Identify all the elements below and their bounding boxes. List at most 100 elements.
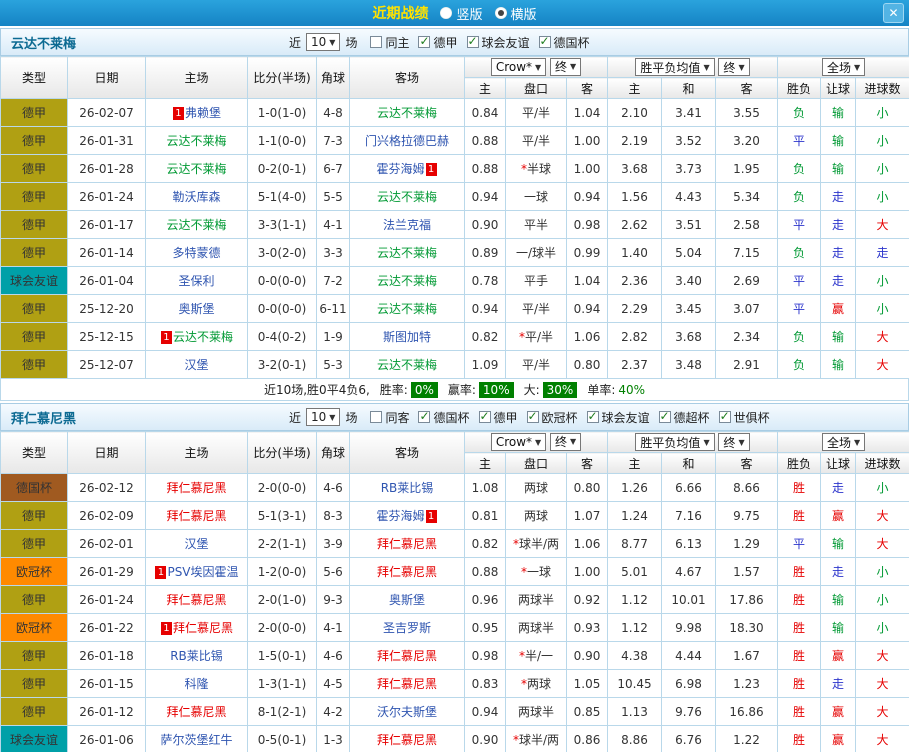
subject-team-link[interactable]: 云达不莱梅 <box>377 246 437 260</box>
filter-checkbox-世俱杯[interactable]: 世俱杯 <box>718 409 770 426</box>
score-link[interactable]: 3-0(2-0) <box>247 238 317 267</box>
score-link[interactable]: 2-0(0-0) <box>247 613 317 642</box>
subject-team-link[interactable]: 云达不莱梅 <box>377 274 437 288</box>
result-handicap-cell: 赢 <box>820 641 857 670</box>
opponent-team-link[interactable]: 萨尔茨堡红牛 <box>160 733 232 747</box>
opponent-team-link[interactable]: 科隆 <box>184 677 208 691</box>
opponent-team-link[interactable]: 汉堡 <box>184 358 208 372</box>
subject-team-link[interactable]: 拜仁慕尼黑 <box>377 677 437 691</box>
filter-checkbox-欧冠杯[interactable]: 欧冠杯 <box>526 409 578 426</box>
score-link[interactable]: 8-1(2-1) <box>247 697 317 726</box>
score-link[interactable]: 5-1(3-1) <box>247 501 317 530</box>
match-count-select[interactable]: 10 ▼ <box>306 408 341 426</box>
asia-handicap: *半球 <box>505 154 567 183</box>
subject-team-link[interactable]: 云达不莱梅 <box>377 302 437 316</box>
scope-select[interactable]: 全场 ▼ <box>821 433 866 451</box>
opponent-team-link[interactable]: 沃尔夫斯堡 <box>377 705 437 719</box>
score-link[interactable]: 5-1(4-0) <box>247 182 317 211</box>
filter-checkbox-德甲[interactable]: 德甲 <box>478 409 518 426</box>
subject-team-link[interactable]: 拜仁慕尼黑 <box>166 481 226 495</box>
team-name: 云达不莱梅 <box>11 36 77 52</box>
filter-checkbox-德国杯[interactable]: 德国杯 <box>418 409 470 426</box>
subject-team-link[interactable]: 云达不莱梅 <box>166 218 226 232</box>
score-link[interactable]: 2-0(0-0) <box>247 473 317 502</box>
layout-radio-horizontal[interactable]: 横版 <box>494 4 537 23</box>
europe-final-select[interactable]: 终 ▼ <box>718 433 750 451</box>
scope-select[interactable]: 全场 ▼ <box>821 58 866 76</box>
col-header-asia-home: 主 <box>464 452 506 474</box>
checkbox-icon <box>658 409 671 423</box>
asia-final-select[interactable]: 终 ▼ <box>550 432 582 451</box>
subject-team-link[interactable]: 云达不莱梅 <box>166 134 226 148</box>
score-link[interactable]: 1-0(1-0) <box>247 98 317 127</box>
score-link[interactable]: 3-2(0-1) <box>247 350 317 379</box>
subject-team-link[interactable]: 拜仁慕尼黑 <box>166 593 226 607</box>
score-link[interactable]: 0-2(0-1) <box>247 154 317 183</box>
filter-checkbox-球会友谊[interactable]: 球会友谊 <box>586 409 650 426</box>
bookmaker-select[interactable]: Crow* ▼ <box>490 433 547 452</box>
subject-team-link[interactable]: 云达不莱梅 <box>173 330 233 344</box>
filter-checkbox-德超杯[interactable]: 德超杯 <box>658 409 710 426</box>
score-link[interactable]: 1-2(0-0) <box>247 557 317 586</box>
score-link[interactable]: 1-5(0-1) <box>247 641 317 670</box>
asia-final-select[interactable]: 终 ▼ <box>550 57 582 76</box>
opponent-team-link[interactable]: 多特蒙德 <box>172 246 220 260</box>
score-link[interactable]: 3-3(1-1) <box>247 210 317 239</box>
score-link[interactable]: 1-3(1-1) <box>247 669 317 698</box>
opponent-team-link[interactable]: 法兰克福 <box>383 218 431 232</box>
filter-checkbox-德国杯[interactable]: 德国杯 <box>538 34 590 51</box>
result-wdl-cell: 平 <box>777 266 822 295</box>
score-link[interactable]: 2-0(1-0) <box>247 585 317 614</box>
result-handicap-cell: 输 <box>820 98 857 127</box>
layout-radio-vertical[interactable]: 竖版 <box>440 4 483 23</box>
bookmaker-select[interactable]: Crow* ▼ <box>490 58 547 77</box>
opponent-team-link[interactable]: 汉堡 <box>184 537 208 551</box>
asia-away-odds: 1.00 <box>565 126 609 155</box>
europe-avg-select[interactable]: 胜平负均值 ▼ <box>635 58 715 76</box>
match-count-select[interactable]: 10 ▼ <box>306 33 341 51</box>
europe-avg-select[interactable]: 胜平负均值 ▼ <box>635 433 715 451</box>
europe-draw-odds: 3.68 <box>661 322 717 351</box>
opponent-team-link[interactable]: 奥斯堡 <box>178 302 214 316</box>
score-link[interactable]: 0-4(0-2) <box>247 322 317 351</box>
opponent-team-link[interactable]: 勒沃库森 <box>172 190 220 204</box>
opponent-team-link[interactable]: 圣吉罗斯 <box>383 621 431 635</box>
subject-team-link[interactable]: 拜仁慕尼黑 <box>166 705 226 719</box>
filter-checkbox-球会友谊[interactable]: 球会友谊 <box>466 34 530 51</box>
opponent-team-link[interactable]: 弗赖堡 <box>185 106 221 120</box>
score-link[interactable]: 1-1(0-0) <box>247 126 317 155</box>
opponent-team-link[interactable]: 圣保利 <box>178 274 214 288</box>
opponent-team-link[interactable]: RB莱比锡 <box>381 481 434 495</box>
subject-team-link[interactable]: 拜仁慕尼黑 <box>166 509 226 523</box>
filter-checkbox-同客[interactable]: 同客 <box>370 409 409 426</box>
opponent-team-link[interactable]: PSV埃因霍温 <box>167 565 238 579</box>
summary-stat: 大: 30% <box>524 381 578 398</box>
filter-checkbox-德甲[interactable]: 德甲 <box>418 34 458 51</box>
corner-score: 6-7 <box>316 154 350 183</box>
subject-team-link[interactable]: 云达不莱梅 <box>377 106 437 120</box>
opponent-team-link[interactable]: 霍芬海姆 <box>376 162 424 176</box>
close-button[interactable]: ✕ <box>883 3 904 23</box>
opponent-team-link[interactable]: 奥斯堡 <box>389 593 425 607</box>
filter-checkbox-同主[interactable]: 同主 <box>370 34 409 51</box>
subject-team-link[interactable]: 拜仁慕尼黑 <box>377 565 437 579</box>
europe-final-select[interactable]: 终 ▼ <box>718 58 750 76</box>
score-link[interactable]: 0-0(0-0) <box>247 294 317 323</box>
result-wdl-cell: 胜 <box>777 557 822 586</box>
opponent-team-link[interactable]: 门兴格拉德巴赫 <box>365 134 449 148</box>
opponent-team-link[interactable]: 霍芬海姆 <box>376 509 424 523</box>
subject-team-link[interactable]: 云达不莱梅 <box>377 358 437 372</box>
score-link[interactable]: 0-5(0-1) <box>247 725 317 752</box>
team-name: 拜仁慕尼黑 <box>11 411 77 427</box>
opponent-team-link[interactable]: RB莱比锡 <box>170 649 223 663</box>
subject-team-link[interactable]: 云达不莱梅 <box>166 162 226 176</box>
col-header-score: 比分(半场) <box>247 431 317 474</box>
subject-team-link[interactable]: 拜仁慕尼黑 <box>377 537 437 551</box>
score-link[interactable]: 0-0(0-0) <box>247 266 317 295</box>
subject-team-link[interactable]: 云达不莱梅 <box>377 190 437 204</box>
score-link[interactable]: 2-2(1-1) <box>247 529 317 558</box>
subject-team-link[interactable]: 拜仁慕尼黑 <box>173 621 233 635</box>
subject-team-link[interactable]: 拜仁慕尼黑 <box>377 649 437 663</box>
subject-team-link[interactable]: 拜仁慕尼黑 <box>377 733 437 747</box>
opponent-team-link[interactable]: 斯图加特 <box>383 330 431 344</box>
